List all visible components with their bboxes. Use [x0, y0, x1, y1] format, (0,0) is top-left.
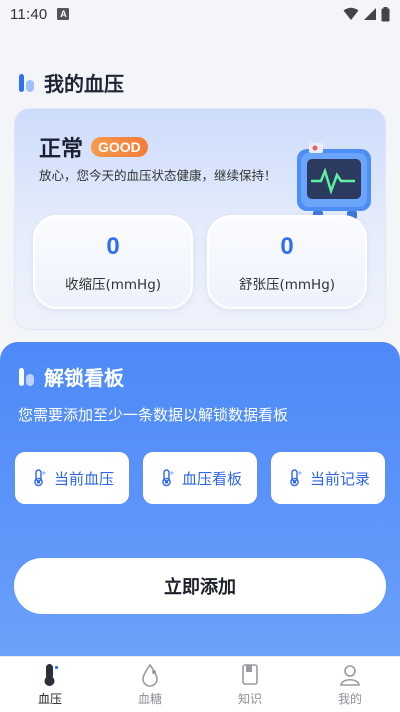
notification-icon: A	[57, 8, 70, 20]
status-description: 放心，您今天的血压状态健康，继续保持！	[39, 168, 277, 183]
current-bp-label: 当前血压	[53, 470, 114, 488]
bp-status-text: 正常	[39, 137, 84, 162]
current-records-label: 当前记录	[309, 470, 370, 488]
add-now-button[interactable]: 立即添加	[14, 558, 386, 614]
diastolic-value: 0	[280, 233, 294, 260]
bottom-tab-bar: 血压 血糖 知识 我的	[0, 656, 400, 712]
status-indicators	[343, 6, 390, 22]
dashboard-header: 解锁看板	[18, 362, 124, 391]
status-time: 11:40	[10, 5, 48, 23]
systolic-label: 收缩压(mmHg)	[64, 277, 162, 293]
bp-dashboard-label: 血压看板	[181, 470, 242, 488]
dashboard-description: 您需要添加至少一条数据以解锁数据看板	[18, 406, 289, 424]
user-tab-icon	[340, 664, 360, 686]
status-bar: 11:40 A	[0, 0, 400, 28]
diastolic-label: 舒张压(mmHg)	[238, 277, 336, 293]
tab-label: 血压	[37, 691, 62, 706]
brand-mark-icon	[19, 73, 34, 92]
tab-blood-sugar[interactable]: 血糖	[100, 657, 200, 712]
thermometer-icon	[34, 469, 46, 487]
systolic-value: 0	[106, 233, 120, 260]
book-tab-icon	[242, 663, 258, 685]
tab-label: 我的	[337, 691, 362, 706]
tab-knowledge[interactable]: 知识	[200, 657, 300, 712]
status-row: 正常 GOOD	[39, 131, 148, 163]
wifi-icon	[343, 7, 359, 20]
bp-dashboard-button[interactable]: 血压看板	[143, 452, 257, 504]
page-header: 我的血压	[18, 68, 124, 97]
signal-icon	[364, 8, 376, 20]
tab-label: 血糖	[137, 691, 162, 706]
thermometer-icon	[162, 469, 174, 487]
dashboard-title: 解锁看板	[44, 366, 124, 390]
drop-tab-icon	[142, 663, 158, 687]
unlock-dashboard-panel: 解锁看板 您需要添加至少一条数据以解锁数据看板 当前血压 血压看板 当前记录 立…	[0, 342, 400, 672]
tab-profile[interactable]: 我的	[300, 657, 400, 712]
current-records-button[interactable]: 当前记录	[271, 452, 385, 504]
tab-blood-pressure[interactable]: 血压	[0, 657, 100, 712]
bp-tab-icon	[44, 663, 58, 686]
current-bp-button[interactable]: 当前血压	[15, 452, 129, 504]
systolic-metric: 0 收缩压(mmHg)	[33, 215, 193, 309]
brand-mark-icon	[19, 367, 34, 386]
bp-status-card: 正常 GOOD 放心，您今天的血压状态健康，继续保持！ 0 收缩压(mmHg) …	[14, 108, 386, 330]
diastolic-metric: 0 舒张压(mmHg)	[207, 215, 367, 309]
status-badge: GOOD	[91, 137, 148, 157]
battery-icon	[381, 6, 390, 21]
tab-label: 知识	[237, 691, 262, 706]
page-title: 我的血压	[44, 72, 124, 96]
thermometer-icon	[290, 469, 302, 487]
